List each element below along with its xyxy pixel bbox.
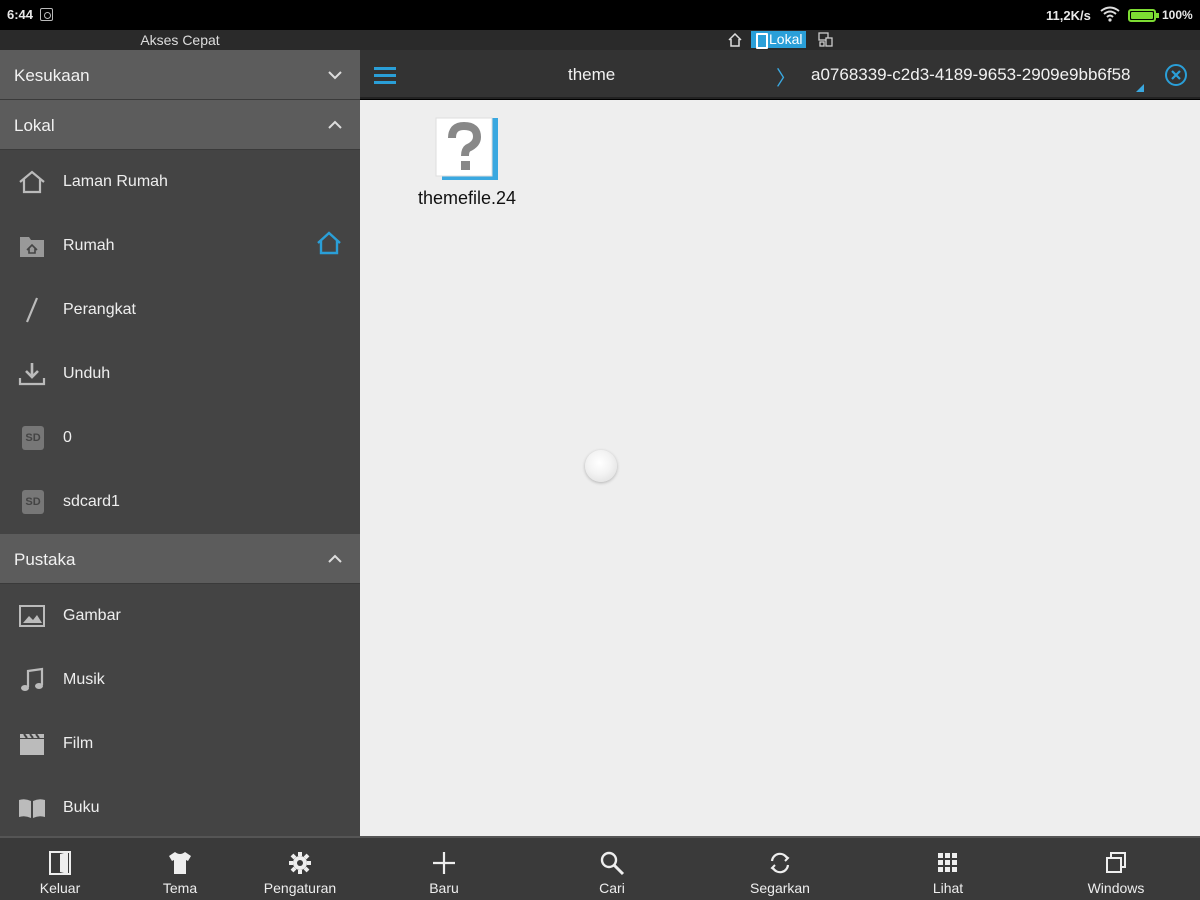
drawer-bottom-bar: Keluar Tema Pengaturan [0,836,360,900]
status-time: 6:44 [7,7,34,22]
sidebar-item-label: Musik [63,671,105,688]
gear-icon [289,852,311,874]
refresh-button[interactable]: Segarkan [696,838,864,900]
wifi-icon [1100,6,1120,22]
breadcrumb-current-folder[interactable]: a0768339-c2d3-4189-9653-2909e9bb6f58 [811,65,1131,85]
sidebar-item-download[interactable]: Unduh [0,342,360,406]
windows-stack-icon [1106,852,1126,873]
settings-button[interactable]: Pengaturan [240,838,360,900]
drawer-title: Akses Cepat [0,30,360,50]
button-label: Segarkan [750,880,810,896]
breadcrumb-theme[interactable]: theme [568,65,615,85]
sidebar-item-storage-0[interactable]: SD 0 [0,406,360,470]
sidebar-item-device[interactable]: Perangkat [0,278,360,342]
file-list-area: themefile.24 [360,100,1200,836]
sidebar-item-home[interactable]: Rumah [0,214,360,278]
exit-icon [49,851,71,875]
sidebar-item-images[interactable]: Gambar [0,584,360,648]
slash-icon [25,297,39,323]
sidebar-item-sdcard1[interactable]: SD sdcard1 [0,470,360,534]
home-outline-icon [19,170,45,194]
button-label: Tema [162,880,198,896]
windows-button[interactable]: Windows [1032,838,1200,900]
clapperboard-icon [20,733,44,755]
hamburger-menu-icon[interactable] [374,66,396,84]
button-label: Pengaturan [263,880,337,896]
folder-home-icon [20,237,44,257]
file-item[interactable]: themefile.24 [404,114,530,214]
path-toolbar: theme 〉 a0768339-c2d3-4189-9653-2909e9bb… [360,50,1200,99]
battery-percent: 100% [1162,8,1193,22]
sidebar-item-books[interactable]: Buku [0,776,360,836]
view-button[interactable]: Lihat [864,838,1032,900]
grid-view-icon [938,853,957,872]
sd-card-icon: SD [22,490,44,514]
home-tab-icon[interactable] [728,33,742,47]
download-icon [18,363,46,386]
section-label: Lokal [14,116,55,135]
sidebar-item-label: 0 [63,429,72,446]
section-local[interactable]: Lokal [0,100,360,150]
default-home-icon [317,231,341,255]
battery-icon [1128,9,1159,22]
sidebar-item-home-page[interactable]: Laman Rumah [0,150,360,214]
music-note-icon [21,667,44,691]
section-label: Pustaka [14,550,76,569]
breadcrumb-separator: 〉 [776,68,796,90]
section-label: Kesukaan [14,66,90,85]
unknown-file-icon [435,117,498,180]
button-label: Cari [599,880,625,896]
action-bar: Baru Cari Segarkan Lihat Windows [360,836,1200,900]
sidebar-item-label: Laman Rumah [63,173,168,190]
sidebar-item-movies[interactable]: Film [0,712,360,776]
section-favorites[interactable]: Kesukaan [0,50,360,100]
tshirt-icon [169,852,191,874]
sidebar-item-label: Film [63,735,94,752]
sd-card-icon: SD [22,426,44,450]
sidebar-item-label: Unduh [63,365,111,382]
chevron-up-icon [328,554,342,563]
book-icon [19,799,45,818]
sidebar-item-label: Rumah [63,237,115,254]
sidebar-item-label: sdcard1 [63,493,120,510]
button-label: Keluar [39,880,81,896]
location-tabs: Lokal [360,30,1200,50]
sidebar-item-label: Gambar [63,607,121,624]
exit-button[interactable]: Keluar [0,838,120,900]
chevron-up-icon [328,120,342,129]
section-library[interactable]: Pustaka [0,534,360,584]
path-dropdown-indicator[interactable] [1136,84,1144,92]
plus-icon [433,852,455,874]
search-icon [600,851,625,876]
button-label: Baru [429,880,459,896]
status-bar: 6:44 11,2K/s 100% [0,0,1200,30]
network-speed: 11,2K/s [1046,8,1091,23]
button-label: Lihat [932,880,964,896]
loading-spinner [585,450,617,482]
tab-local[interactable]: Lokal [751,31,807,49]
refresh-icon [770,852,790,874]
sidebar-item-label: Buku [63,799,100,816]
file-name: themefile.24 [417,188,517,208]
devices-tab-icon[interactable] [818,32,833,47]
sidebar-item-music[interactable]: Musik [0,648,360,712]
chevron-down-icon [328,71,342,80]
notification-app-icon [40,8,53,21]
close-icon[interactable] [1164,63,1188,87]
sidebar-item-label: Perangkat [63,301,136,318]
new-button[interactable]: Baru [360,838,528,900]
button-label: Windows [1087,880,1145,896]
search-button[interactable]: Cari [528,838,696,900]
quick-access-drawer: Akses Cepat Kesukaan Lokal Laman Rumah R… [0,30,360,836]
image-icon [19,605,45,627]
theme-button[interactable]: Tema [120,838,240,900]
